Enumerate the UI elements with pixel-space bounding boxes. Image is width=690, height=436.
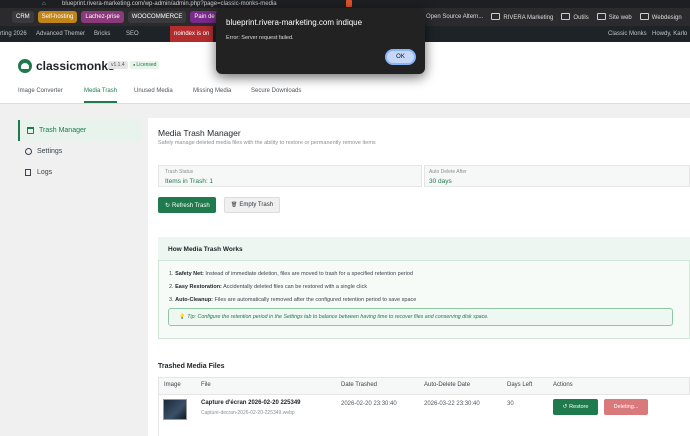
retention-tip: Tip: Configure the retention period in t…	[168, 308, 673, 326]
how-item-1: 1. Safety Net: Instead of immediate dele…	[169, 271, 413, 277]
auto-delete-value: 30 days	[429, 178, 452, 185]
page-subtitle: Safely manage deleted media files with t…	[158, 140, 376, 146]
sidebar-item-trash-manager[interactable]: Trash Manager	[18, 120, 142, 141]
sidebar: Trash Manager Settings Logs	[18, 120, 142, 183]
sidebar-item-label: Settings	[37, 148, 63, 155]
adminbar-item-seo[interactable]: SEO	[126, 26, 139, 42]
page-title: Media Trash Manager	[158, 128, 241, 138]
tab-media-trash[interactable]: Media Trash	[84, 83, 118, 103]
tab-unused-media[interactable]: Unused Media	[134, 83, 173, 103]
adminbar-item-advanced-themer[interactable]: Advanced Themer	[36, 26, 85, 42]
tab-secure-downloads[interactable]: Secure Downloads	[251, 83, 301, 103]
sidebar-item-logs[interactable]: Logs	[18, 162, 142, 183]
days-left: 30	[507, 401, 514, 407]
tab-missing-media[interactable]: Missing Media	[193, 83, 231, 103]
empty-trash-button[interactable]: Empty Trash	[224, 197, 280, 213]
dialog-message: Error: Server request failed.	[226, 35, 294, 41]
adminbar-item-bricks[interactable]: Bricks	[94, 26, 110, 42]
brand-logo: classicmonks	[18, 59, 115, 73]
file-path: Capture-decran-2026-02-20-225349.webp	[201, 410, 295, 416]
bookmark-open-source[interactable]: Open Source Altern...	[426, 14, 483, 20]
how-item-text: Accidentally deleted files can be restor…	[221, 284, 368, 290]
trashed-files-title: Trashed Media Files	[158, 363, 225, 370]
how-item-bold: Easy Restoration:	[175, 284, 222, 290]
how-it-works-title: How Media Trash Works	[168, 246, 243, 253]
how-item-2: 2. Easy Restoration: Accidentally delete…	[169, 284, 367, 290]
col-auto-delete-date: Auto-Delete Date	[424, 382, 471, 388]
delete-button[interactable]: Deleting...	[604, 399, 648, 415]
trash-icon	[27, 127, 34, 134]
gear-icon	[25, 148, 32, 155]
file-thumbnail	[163, 399, 187, 420]
dialog-title: blueprint.rivera-marketing.com indique	[226, 18, 363, 27]
bookmark-crm[interactable]: CRM	[12, 11, 34, 23]
adminbar-noindex-warning[interactable]: noindex is on	[170, 26, 214, 42]
how-item-text: Files are automatically removed after th…	[213, 297, 417, 303]
trash-status-label: Trash Status	[165, 169, 194, 175]
plugin-tabs: Image Converter Media Trash Unused Media…	[0, 83, 690, 103]
refresh-trash-button[interactable]: Refresh Trash	[158, 197, 216, 213]
bookmark-folder-site-web[interactable]: Site web	[597, 13, 632, 21]
auto-delete-date: 2026-03-22 23:30:40	[424, 401, 480, 407]
how-item-number: 2.	[169, 284, 174, 290]
lock-icon: ⌂	[42, 1, 46, 7]
bookmark-folder-outils[interactable]: Outils	[561, 13, 588, 21]
bookmark-woocommerce[interactable]: WOOCOMMERCE	[127, 11, 187, 23]
bookmark-self-hosting[interactable]: Self-hosting	[37, 11, 78, 23]
restore-button[interactable]: Restore	[553, 399, 598, 415]
col-date-trashed: Date Trashed	[341, 382, 378, 388]
adminbar-howdy[interactable]: Howdy, Karlo	[652, 26, 687, 42]
how-item-bold: Auto-Cleanup:	[175, 297, 214, 303]
file-name: Capture d'écran 2026-02-20 225349	[201, 400, 301, 406]
bookmark-folder-webdesign[interactable]: Webdesign	[640, 13, 682, 21]
date-trashed: 2026-02-20 23:30:40	[341, 401, 397, 407]
auto-delete-label: Auto Delete After	[429, 169, 467, 175]
adminbar-site-name[interactable]: Classic Monks	[608, 26, 647, 42]
brave-shield-icon[interactable]	[346, 0, 352, 7]
how-item-3: 3. Auto-Cleanup: Files are automatically…	[169, 297, 416, 303]
trash-status-value: Items in Trash: 1	[165, 178, 214, 185]
how-item-number: 3.	[169, 297, 174, 303]
how-item-number: 1.	[169, 271, 174, 277]
how-item-text: Instead of immediate deletion, files are…	[203, 271, 413, 277]
col-image: Image	[164, 382, 181, 388]
bookmarks-right: Open Source Altern... RIVERA Marketing O…	[426, 8, 682, 26]
address-bar[interactable]: ⌂ blueprint.rivera-marketing.com/wp-admi…	[0, 0, 690, 8]
adminbar-item-marketing[interactable]: rting 2026	[0, 26, 27, 42]
bookmark-folder-rivera[interactable]: RIVERA Marketing	[491, 13, 553, 21]
dialog-ok-button[interactable]: OK	[385, 49, 416, 65]
sidebar-item-settings[interactable]: Settings	[18, 141, 142, 162]
sidebar-item-label: Logs	[37, 169, 53, 176]
col-file: File	[201, 382, 211, 388]
sidebar-item-label: Trash Manager	[39, 127, 87, 134]
col-actions: Actions	[553, 382, 573, 388]
bookmark-lachez-prise[interactable]: Lachez-prise	[81, 11, 124, 23]
monk-logo-icon	[18, 59, 32, 73]
document-icon	[25, 169, 31, 176]
brand-name: classicmonks	[36, 59, 115, 73]
url-text: blueprint.rivera-marketing.com/wp-admin/…	[62, 1, 277, 7]
version-badge: v1.1.4	[108, 61, 128, 69]
how-item-bold: Safety Net:	[175, 271, 204, 277]
license-badge: Licensed	[130, 61, 160, 69]
col-days-left: Days Left	[507, 382, 533, 388]
tab-image-converter[interactable]: Image Converter	[18, 83, 63, 103]
